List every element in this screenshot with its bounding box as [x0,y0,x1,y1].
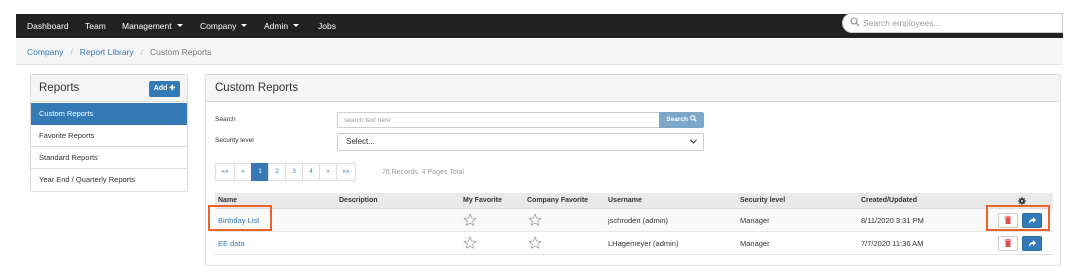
column-header-my-favorite[interactable]: My Favorite [463,193,502,209]
report-name-link[interactable]: EE data [218,232,245,255]
breadcrumb-company[interactable]: Company [27,47,63,57]
security-level-select[interactable]: Select... [337,133,704,151]
search-icon [850,17,860,27]
report-security-level: Manager [740,239,770,248]
report-search-input[interactable] [337,112,660,128]
report-username: jschroden (admin) [608,216,669,225]
share-report-button[interactable] [1022,236,1042,251]
chevron-down-icon [690,139,697,144]
search-label: Search [215,116,236,123]
employee-search-box[interactable] [842,13,1063,33]
report-updated: 7/7/2020 11:36 AM [861,239,924,248]
search-button-label: Search [666,116,688,123]
add-report-label: Add [153,85,168,92]
search-icon [689,115,697,122]
table-row: Birthday List jschroden (admin) Manager … [215,209,1053,232]
employee-search-input[interactable] [863,16,1053,30]
report-username: LHagemeyer (admin) [608,239,679,248]
nav-company[interactable]: Company [200,14,248,38]
page-last-button[interactable]: »» [336,163,356,181]
page-next-button[interactable]: » [319,163,337,181]
plus-icon: ✚ [169,85,176,92]
breadcrumb-separator: / [140,47,143,57]
breadcrumb-separator: / [70,47,73,57]
table-header: Name Description My Favorite Company Fav… [215,193,1053,209]
nav-management-label: Management [122,21,172,31]
search-button[interactable]: Search [659,112,704,128]
records-count: 76 Records, 4 Pages Total [382,169,464,176]
breadcrumb-current: Custom Reports [150,47,212,57]
breadcrumb: Company / Report Library / Custom Reports [16,39,1063,65]
breadcrumb-report-library[interactable]: Report Library [80,47,134,57]
delete-report-button[interactable] [998,236,1018,251]
chevron-down-icon [176,24,183,28]
column-header-company-favorite[interactable]: Company Favorite [527,193,588,209]
custom-reports-panel: Custom Reports Search Search Security le… [205,74,1061,266]
page-1-button[interactable]: 1 [251,163,269,181]
custom-reports-header: Custom Reports [206,75,1060,102]
sidebar-item-year-end-reports[interactable]: Year End / Quarterly Reports [31,169,187,191]
report-security-level: Manager [740,216,770,225]
reports-sidebar-header: Reports Add ✚ [31,75,187,102]
company-favorite-star-icon[interactable] [528,213,542,227]
my-favorite-star-icon[interactable] [463,236,477,250]
reports-sidebar-title: Reports [39,82,80,94]
nav-management[interactable]: Management [122,14,183,38]
page-2-button[interactable]: 2 [268,163,286,181]
page-3-button[interactable]: 3 [285,163,303,181]
highlight-box-report-name [208,205,272,231]
company-favorite-star-icon[interactable] [528,236,542,250]
pagination: «« « 1 2 3 4 » »» [215,163,356,181]
nav-admin-label: Admin [264,21,289,31]
column-header-security-level[interactable]: Security level [740,193,785,209]
sidebar-item-custom-reports[interactable]: Custom Reports [31,103,187,125]
column-header-created-updated[interactable]: Created/Updated [861,193,917,209]
my-favorite-star-icon[interactable] [463,213,477,227]
nav-jobs[interactable]: Jobs [318,14,336,38]
gear-icon[interactable] [1018,197,1026,205]
report-updated: 8/11/2020 3:31 PM [861,216,924,225]
nav-dashboard[interactable]: Dashboard [27,14,69,38]
page-4-button[interactable]: 4 [302,163,320,181]
nav-company-label: Company [200,21,237,31]
nav-admin[interactable]: Admin [264,14,300,38]
table-row: EE data LHagemeyer (admin) Manager 7/7/2… [215,232,1053,255]
highlight-box-action-buttons [986,205,1050,231]
share-arrow-icon [1029,240,1036,247]
add-report-button[interactable]: Add ✚ [149,81,180,97]
page-title: Custom Reports [215,82,299,94]
sidebar-item-standard-reports[interactable]: Standard Reports [31,147,187,169]
column-header-username[interactable]: Username [608,193,642,209]
reports-sidebar: Reports Add ✚ Custom Reports Favorite Re… [30,74,188,192]
sidebar-item-favorite-reports[interactable]: Favorite Reports [31,125,187,147]
security-level-label: Security level [215,137,254,144]
chevron-down-icon [293,24,300,28]
chevron-down-icon [241,24,248,28]
security-level-value: Select... [346,137,375,146]
nav-team[interactable]: Team [85,14,106,38]
trash-icon [1004,238,1012,247]
page-first-button[interactable]: «« [215,163,235,181]
page-prev-button[interactable]: « [234,163,252,181]
column-header-description[interactable]: Description [339,193,378,209]
